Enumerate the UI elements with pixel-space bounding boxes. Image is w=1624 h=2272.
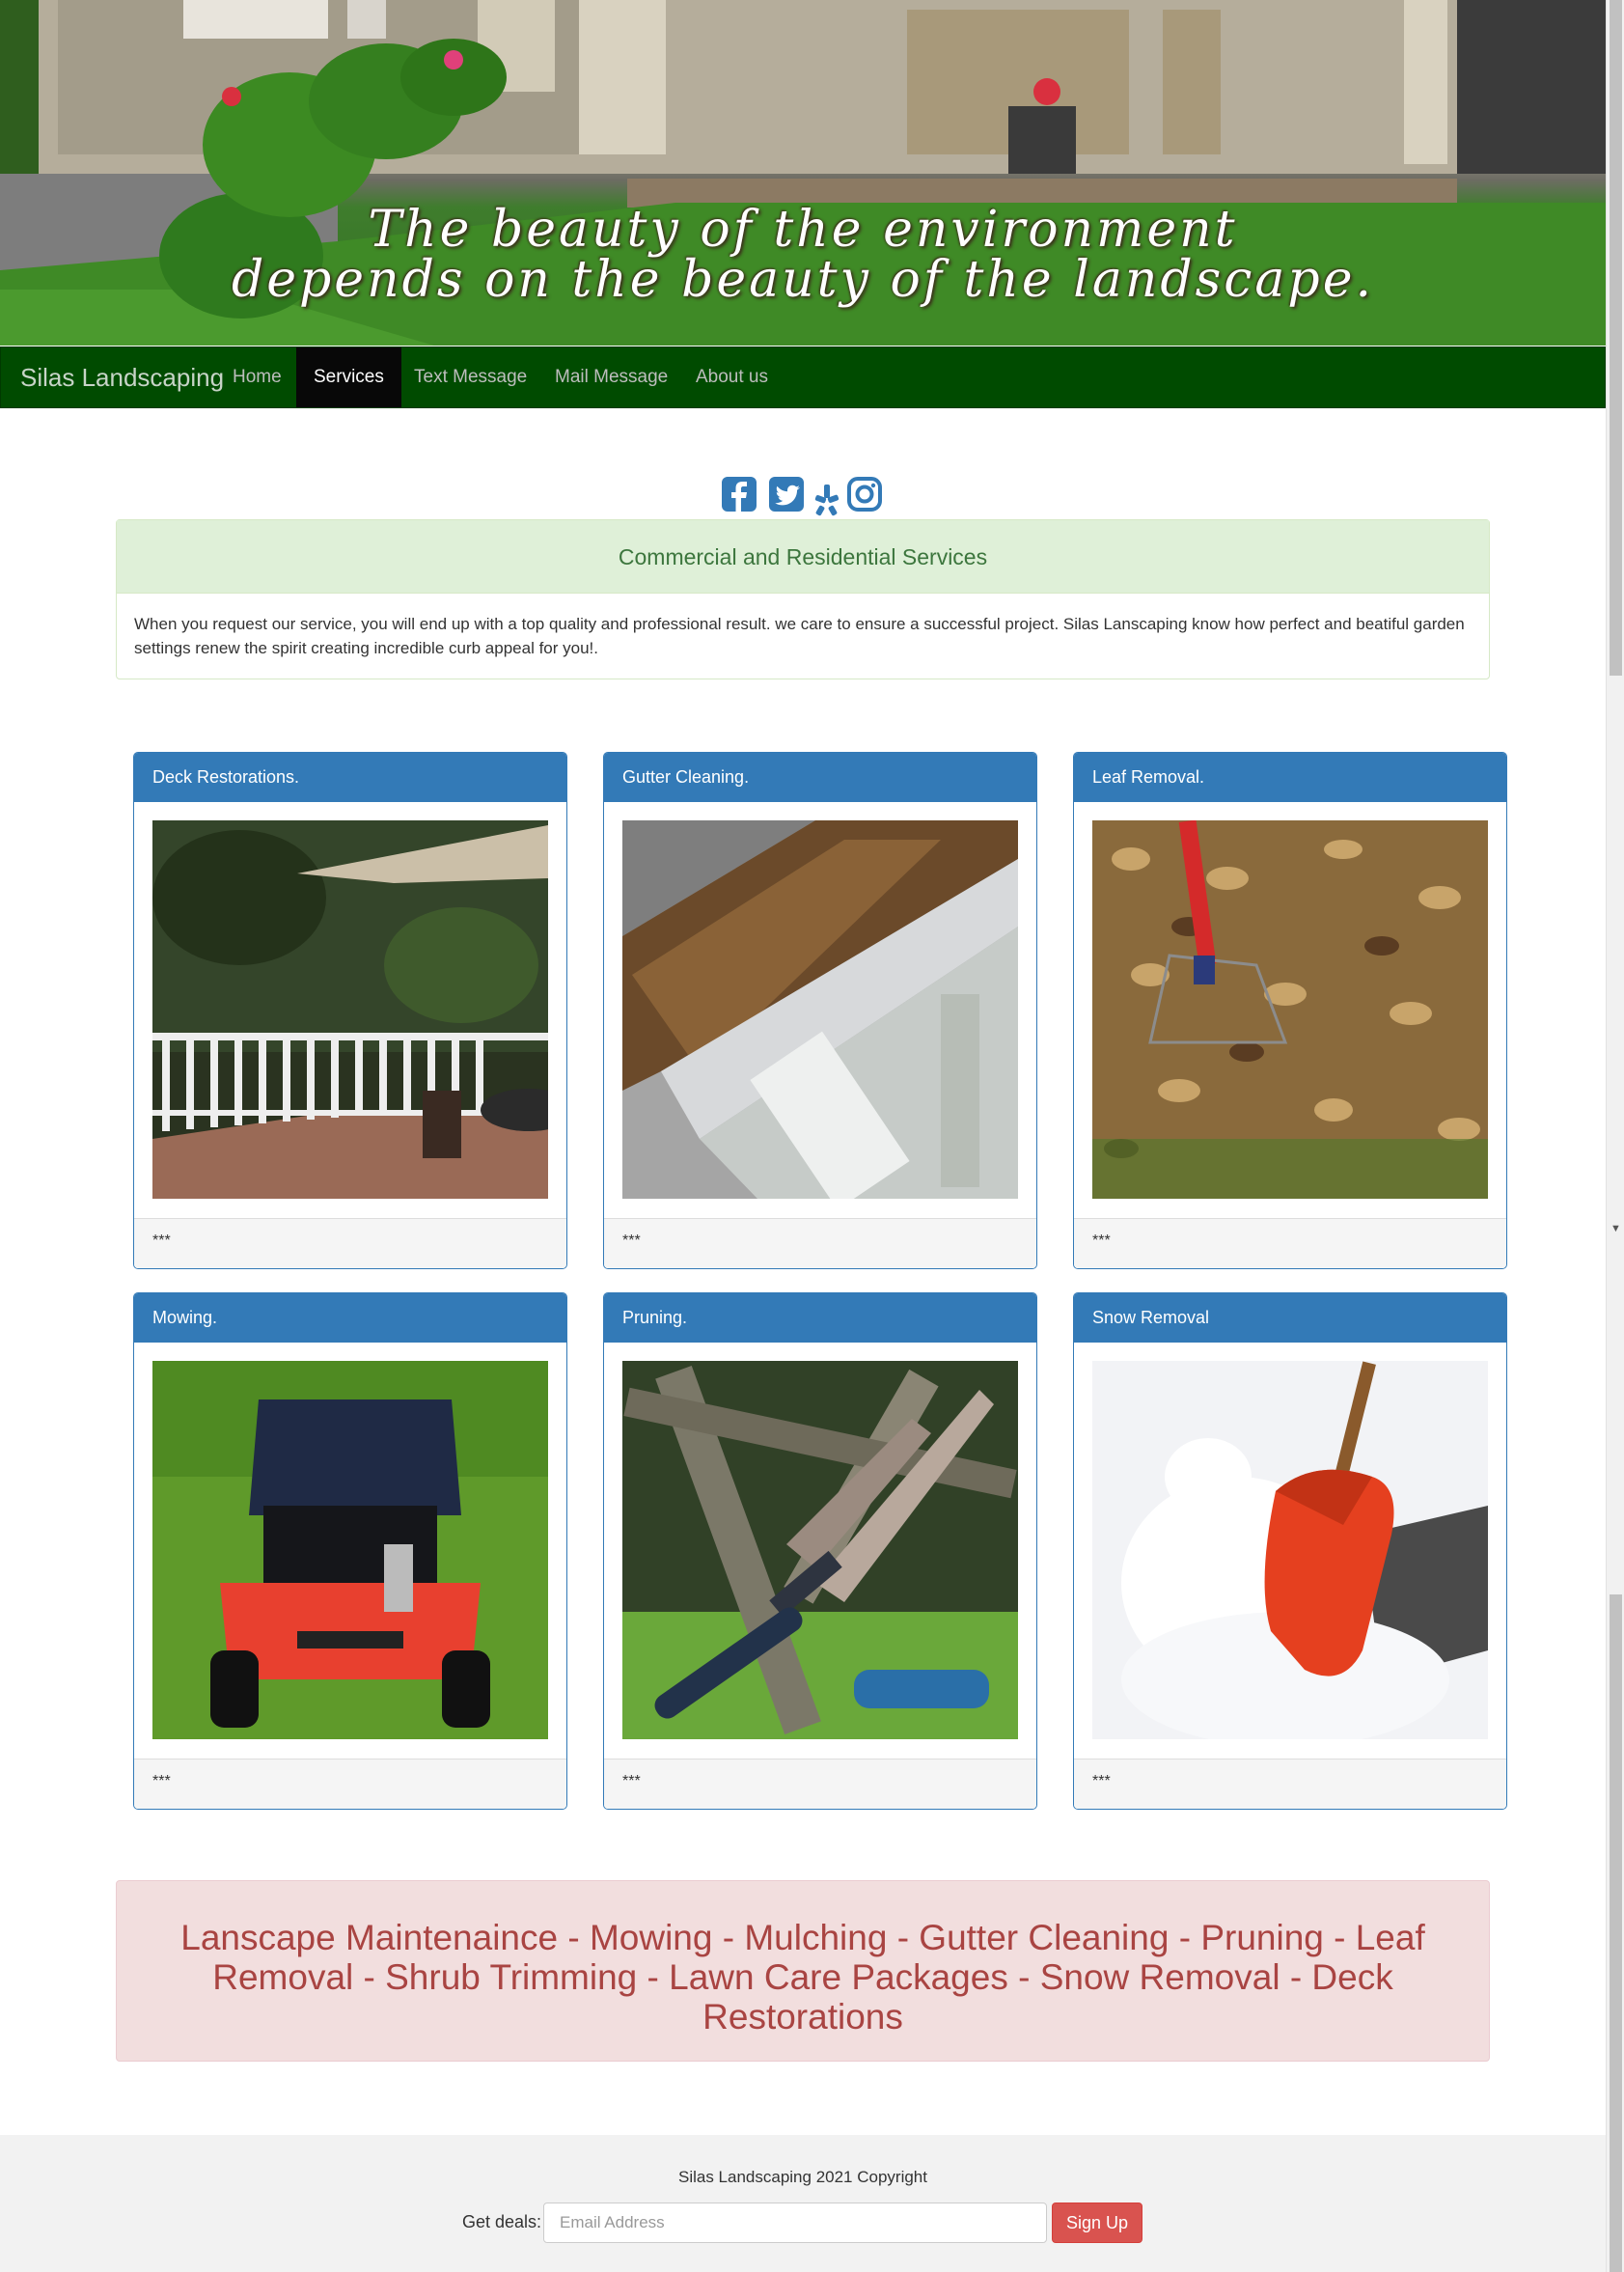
nav-home[interactable]: Home (215, 347, 299, 407)
leaves-photo (1092, 820, 1488, 1199)
hero-quote-line1: The beauty of the environment (368, 201, 1238, 259)
page-scrollbar[interactable]: ▼ (1606, 0, 1624, 2272)
service-card-pruning: Pruning. *** (603, 1292, 1037, 1810)
scrollbar-track-lower[interactable] (1610, 1594, 1622, 2272)
get-deals-label: Get deals: (462, 2212, 542, 2231)
service-card-footer: *** (604, 1759, 1036, 1809)
yelp-icon[interactable] (813, 475, 840, 516)
service-card-title: Snow Removal (1074, 1293, 1506, 1343)
main-navbar: Silas Landscaping Home Services Text Mes… (0, 346, 1606, 408)
service-card-deck: Deck Restorations. *** (133, 752, 567, 1269)
nav-services[interactable]: Services (296, 347, 401, 407)
service-card-title: Leaf Removal. (1074, 753, 1506, 802)
service-card-title: Pruning. (604, 1293, 1036, 1343)
gutter-photo (622, 820, 1018, 1199)
copyright-text: Silas Landscaping 2021 Copyright (677, 2168, 927, 2186)
intro-text: When you request our service, you will e… (134, 615, 1465, 657)
service-card-footer: *** (1074, 1759, 1506, 1809)
services-list-text: Lanscape Maintenaince - Mowing - Mulchin… (180, 1918, 1425, 2036)
service-card-footer: *** (134, 1759, 566, 1809)
service-card-leaves: Leaf Removal. *** (1073, 752, 1507, 1269)
twitter-icon[interactable] (768, 475, 805, 513)
service-card-footer: *** (1074, 1218, 1506, 1268)
services-list-panel: Lanscape Maintenaince - Mowing - Mulchin… (116, 1880, 1490, 2062)
scrollbar-thumb[interactable] (1610, 0, 1622, 676)
service-card-footer: *** (604, 1218, 1036, 1268)
service-card-title: Gutter Cleaning. (604, 753, 1036, 802)
email-address-input[interactable] (543, 2203, 1047, 2243)
deck-photo (152, 820, 548, 1199)
navbar-brand[interactable]: Silas Landscaping (20, 347, 224, 407)
nav-about-us[interactable]: About us (678, 347, 785, 407)
service-card-title: Deck Restorations. (134, 753, 566, 802)
sign-up-button[interactable]: Sign Up (1052, 2203, 1142, 2243)
mower-photo (152, 1361, 548, 1739)
service-card-title: Mowing. (134, 1293, 566, 1343)
snow-shovel-photo (1092, 1361, 1488, 1739)
intro-title: Commercial and Residential Services (117, 520, 1489, 594)
service-card-footer: *** (134, 1218, 566, 1268)
service-card-snow: Snow Removal *** (1073, 1292, 1507, 1810)
facebook-icon[interactable] (721, 475, 757, 513)
service-card-gutter: Gutter Cleaning. *** (603, 752, 1037, 1269)
page-footer: Silas Landscaping 2021 Copyright Get dea… (0, 2135, 1606, 2272)
hero-banner: The beauty of the environment depends on… (0, 0, 1606, 346)
nav-text-message[interactable]: Text Message (397, 347, 544, 407)
service-card-mowing: Mowing. *** (133, 1292, 567, 1810)
nav-mail-message[interactable]: Mail Message (537, 347, 685, 407)
hero-quote-line2: depends on the beauty of the landscape. (231, 251, 1375, 309)
intro-panel: Commercial and Residential Services When… (116, 519, 1490, 679)
instagram-icon[interactable] (846, 475, 883, 513)
scroll-down-arrow-icon[interactable]: ▼ (1610, 1224, 1621, 1234)
pruning-photo (622, 1361, 1018, 1739)
